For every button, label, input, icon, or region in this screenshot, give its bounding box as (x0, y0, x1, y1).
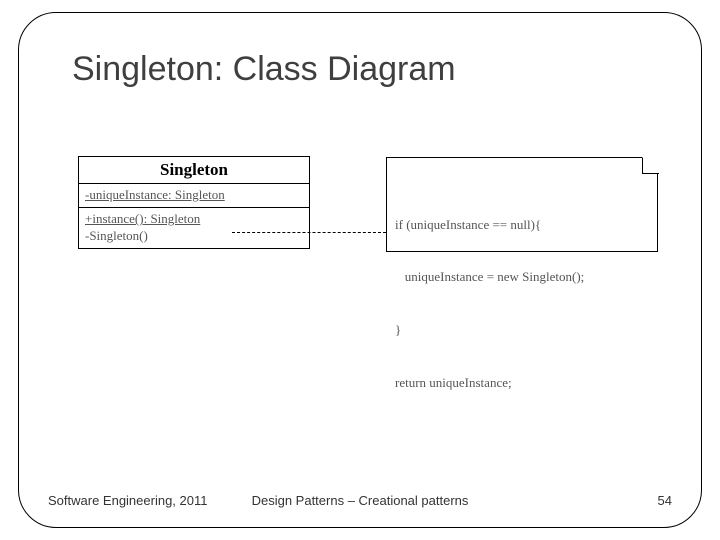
note-fold-icon (642, 157, 658, 173)
uml-attribute: -uniqueInstance: Singleton (85, 187, 303, 203)
footer: Software Engineering, 2011 Design Patter… (48, 493, 672, 508)
uml-note: if (uniqueInstance == null){ uniqueInsta… (386, 157, 658, 252)
footer-page: 54 (658, 493, 672, 508)
uml-class-name: Singleton (79, 157, 309, 184)
note-line: if (uniqueInstance == null){ (395, 216, 649, 234)
note-line: } (395, 321, 649, 339)
uml-attributes: -uniqueInstance: Singleton (79, 184, 309, 208)
uml-operations: +instance(): Singleton -Singleton() (79, 208, 309, 248)
uml-class-box: Singleton -uniqueInstance: Singleton +in… (78, 156, 310, 249)
slide: Singleton: Class Diagram Singleton -uniq… (0, 0, 720, 540)
note-line: uniqueInstance = new Singleton(); (395, 268, 649, 286)
footer-left: Software Engineering, 2011 (48, 493, 207, 508)
slide-title: Singleton: Class Diagram (72, 50, 456, 89)
note-line: return uniqueInstance; (395, 374, 649, 392)
uml-operation: +instance(): Singleton (85, 211, 303, 227)
note-connector (232, 232, 386, 233)
uml-operation: -Singleton() (85, 228, 303, 244)
